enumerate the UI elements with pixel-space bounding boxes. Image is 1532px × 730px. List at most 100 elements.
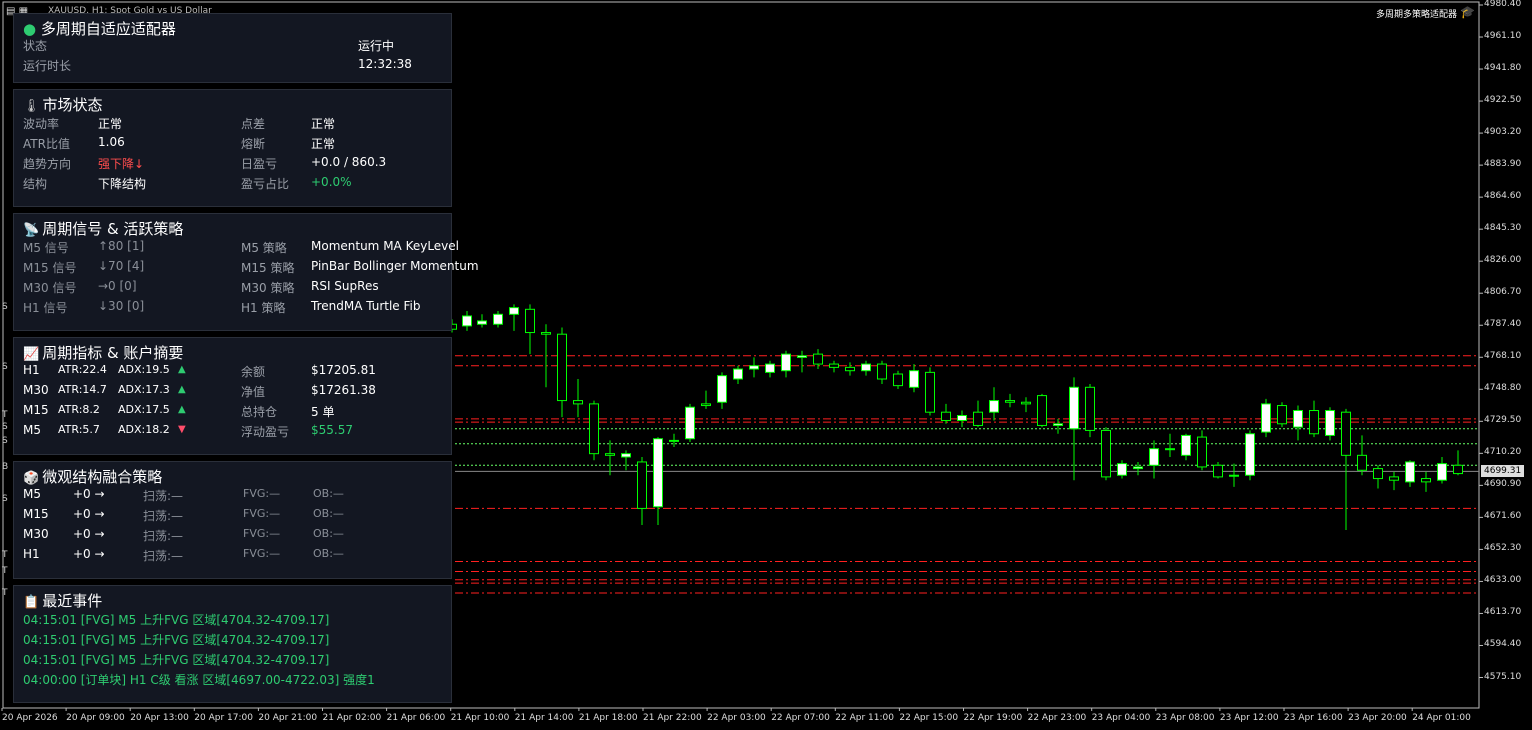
price-axis-label: 4883.90 <box>1484 159 1522 170</box>
candle-body <box>509 307 519 315</box>
candle-body <box>1165 448 1175 451</box>
candle-body <box>477 320 487 325</box>
atr-value: ATR:8.2 <box>58 403 100 416</box>
candle-body <box>733 368 743 380</box>
m30-strategy-label: M30 策略 <box>241 281 295 295</box>
candle-body <box>717 375 727 403</box>
atr-value: ATR:5.7 <box>58 423 100 436</box>
trend-up-icon: ▲ <box>178 384 186 395</box>
candle-body <box>685 406 695 440</box>
price-axis-label: 4787.40 <box>1484 319 1522 330</box>
candle-body <box>1309 410 1319 435</box>
thermometer-icon: 🌡 <box>23 99 40 114</box>
m5-strategy-label: M5 策略 <box>241 241 287 255</box>
candle-body <box>1405 461 1415 483</box>
equity-label: 净值 <box>241 385 266 399</box>
adx-value: ADX:17.3 <box>118 383 170 396</box>
time-axis-label: 21 Apr 18:00 <box>578 713 638 723</box>
candle-body <box>1021 401 1031 405</box>
trend-label: 趋势方向 <box>23 157 72 171</box>
candle-body <box>1101 429 1111 478</box>
signals-strategies-panel: 📡 周期信号 & 活跃策略 M5 信号 ↑80 [1] M5 策略 Momentu… <box>13 213 479 331</box>
sweep-value: 扫荡:— <box>143 549 184 563</box>
satellite-icon: 📡 <box>23 223 40 238</box>
candle-body <box>909 370 919 388</box>
side-label: S <box>2 302 8 312</box>
price-axis-label: 4748.80 <box>1484 383 1522 394</box>
m15-signal-value: ↓70 [4] <box>98 259 145 273</box>
sweep-value: 扫荡:— <box>143 489 184 503</box>
sweep-value: 扫荡:— <box>143 509 184 523</box>
candle-body <box>1069 386 1079 430</box>
candle-body <box>1421 478 1431 483</box>
candle-body <box>573 400 583 405</box>
ob-value: OB:— <box>313 507 344 520</box>
tf-label: M5 <box>23 423 41 437</box>
current-price-tag: 4699.31 <box>1481 465 1524 477</box>
price-axis-label: 4961.10 <box>1484 31 1522 42</box>
side-label: T <box>2 588 8 598</box>
positions-label: 总持仓 <box>241 405 278 419</box>
candle-body <box>829 363 839 368</box>
daily-pnl-label: 日盈亏 <box>241 157 278 171</box>
candle-body <box>621 453 631 458</box>
candle-body <box>637 461 647 509</box>
time-axis-label: 22 Apr 03:00 <box>707 713 766 723</box>
m15-strategy-label: M15 策略 <box>241 261 295 275</box>
ob-value: OB:— <box>313 547 344 560</box>
tf-label: H1 <box>23 363 40 377</box>
balance-value: $17205.81 <box>311 363 376 377</box>
candle-body <box>925 371 935 413</box>
trend-down-icon: ▼ <box>178 424 186 435</box>
h1-strategy-label: H1 策略 <box>241 301 286 315</box>
event-item: 04:15:01 [FVG] M5 上升FVG 区域[4704.32-4709.… <box>23 633 330 647</box>
running-dot-icon: ● <box>23 20 37 38</box>
time-axis-label: 22 Apr 07:00 <box>771 713 830 723</box>
candle-body <box>462 315 472 327</box>
side-label: S <box>2 494 8 504</box>
structure-label: 结构 <box>23 177 48 191</box>
event-item: 04:15:01 [FVG] M5 上升FVG 区域[4704.32-4709.… <box>23 653 330 667</box>
candle-body <box>845 366 855 372</box>
m15-strategy-value: PinBar Bollinger Momentum <box>311 259 479 273</box>
time-axis-label: 23 Apr 08:00 <box>1155 713 1215 723</box>
candle-body <box>669 439 679 442</box>
time-axis-label: 22 Apr 19:00 <box>963 713 1023 723</box>
panel-title: 多周期自适应适配器 <box>40 20 176 38</box>
uptime-value: 12:32:38 <box>358 57 412 71</box>
candle-body <box>765 363 775 373</box>
trend-up-icon: ▲ <box>178 364 186 375</box>
time-axis-label: 22 Apr 15:00 <box>899 713 959 723</box>
price-axis-label: 4710.20 <box>1484 447 1522 458</box>
price-axis-label: 4941.80 <box>1484 63 1522 74</box>
side-label: B <box>2 462 9 472</box>
floating-pnl-label: 浮动盈亏 <box>241 425 290 439</box>
expert-advisor-name: 多周期多策略适配器 <box>1376 10 1458 20</box>
candle-body <box>1261 403 1271 433</box>
price-axis-label: 4864.60 <box>1484 191 1522 202</box>
m30-signal-label: M30 信号 <box>23 281 77 295</box>
recent-events-panel: 📋 最近事件 04:15:01 [FVG] M5 上升FVG 区域[4704.32… <box>13 585 452 703</box>
candle-body <box>781 353 791 372</box>
candle-body <box>1293 410 1303 428</box>
trend-up-icon: ▲ <box>178 404 186 415</box>
panel-title: 最近事件 <box>42 592 103 610</box>
time-axis-label: 22 Apr 11:00 <box>835 713 894 723</box>
time-axis-label: 23 Apr 12:00 <box>1219 713 1279 723</box>
price-axis-label: 4652.30 <box>1484 543 1522 554</box>
fvg-value: FVG:— <box>243 507 281 520</box>
dice-icon: 🎲 <box>23 471 40 486</box>
price-axis-label: 4613.70 <box>1484 607 1522 618</box>
graduation-hat-icon[interactable]: 🎓 <box>1460 5 1475 19</box>
candle-body <box>1277 405 1287 425</box>
signal-value: +0 → <box>73 547 105 561</box>
balance-label: 余额 <box>241 365 266 379</box>
candle-body <box>493 313 503 325</box>
atr-value: ATR:22.4 <box>58 363 107 376</box>
candle-body <box>957 415 967 421</box>
price-axis-label: 4690.90 <box>1484 479 1522 490</box>
floating-pnl-value: $55.57 <box>311 423 353 437</box>
time-axis-label: 24 Apr 01:00 <box>1412 713 1471 723</box>
adapter-status-panel: ● 多周期自适应适配器 状态 运行中 运行时长 12:32:38 <box>13 13 452 83</box>
daily-pnl-value: +0.0 / 860.3 <box>311 155 387 169</box>
